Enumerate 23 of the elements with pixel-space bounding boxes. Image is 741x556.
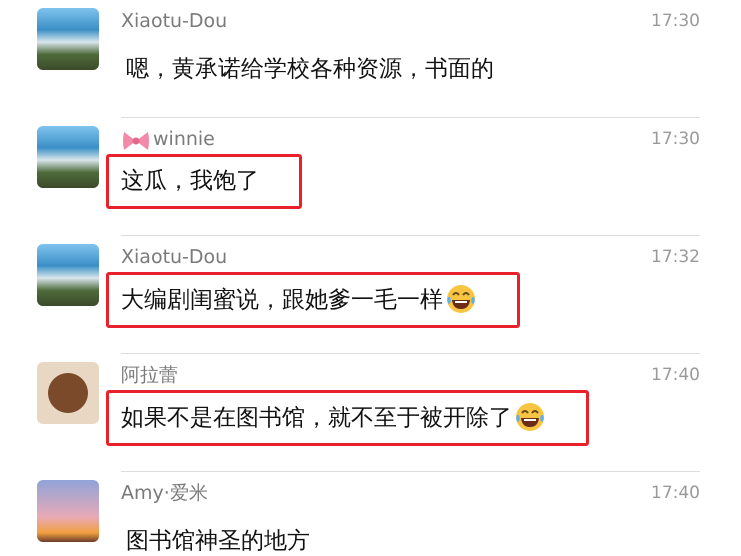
message-text: 如果不是在图书馆，就不至于被开除了 [106, 390, 589, 446]
sender-name: 阿拉蕾 [121, 363, 178, 388]
avatar-photo-placeholder [37, 126, 99, 188]
laughing-tears-emoji-icon [445, 283, 477, 315]
sender-name: Xiaotu-Dou [121, 10, 228, 32]
message-text: 嗯，黄承诺给学校各种资源，书面的 [125, 55, 495, 84]
avatar-photo-placeholder [37, 362, 99, 424]
message-time: 17:40 [651, 365, 700, 385]
message-time: 17:40 [651, 483, 700, 503]
message-time: 17:30 [651, 11, 700, 31]
message-time: 17:32 [651, 247, 700, 267]
sender-name: Xiaotu-Dou [121, 246, 228, 268]
message-text: 大编剧闺蜜说，跟她爹一毛一样 [106, 272, 520, 328]
message-text: 这瓜，我饱了 [106, 154, 302, 209]
message-time: 17:30 [651, 129, 700, 149]
avatar-photo-placeholder [37, 8, 99, 70]
sender-name: Amy·爱米 [121, 481, 208, 506]
sender-name: winnie [153, 128, 215, 150]
avatar-photo-placeholder [37, 244, 99, 306]
avatar-photo-placeholder [37, 480, 99, 542]
laughing-tears-emoji-icon [514, 401, 546, 433]
bow-icon [121, 129, 151, 153]
message-text: 图书馆神圣的地方 [125, 527, 311, 556]
